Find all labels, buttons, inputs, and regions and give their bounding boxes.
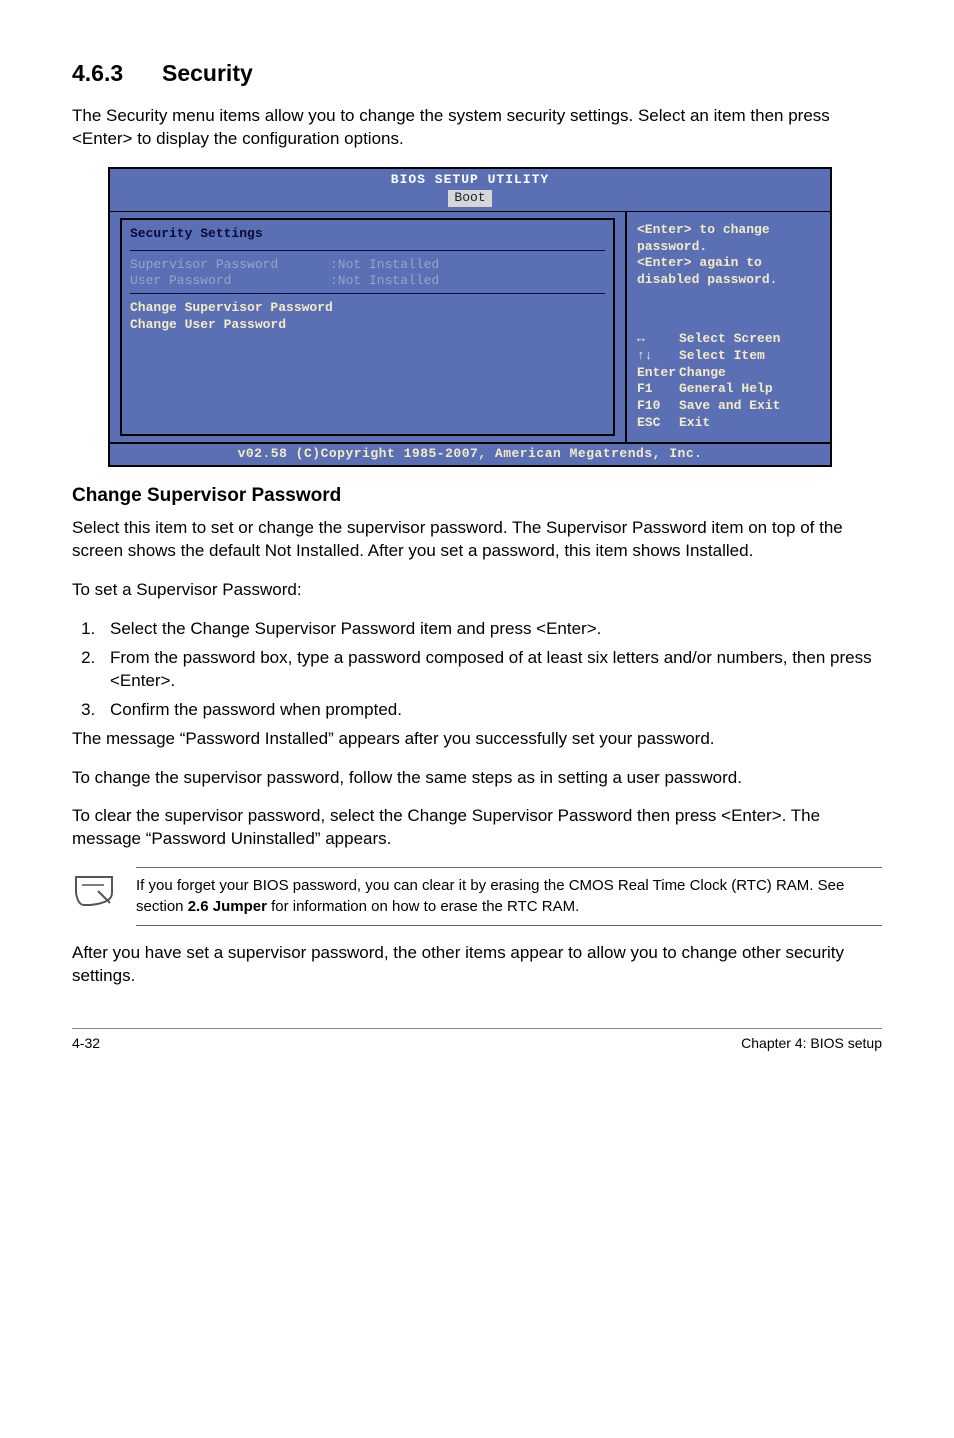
bios-right-pane: <Enter> to change password. <Enter> agai…: [625, 212, 830, 442]
intro-paragraph: The Security menu items allow you to cha…: [72, 105, 882, 151]
paragraph: To set a Supervisor Password:: [72, 579, 882, 602]
bios-help-line: <Enter> again to: [637, 255, 820, 272]
nav-key: F1: [637, 381, 679, 398]
bios-nav-help: ↔Select Screen ↑↓Select Item EnterChange…: [637, 331, 820, 432]
bios-help-line: password.: [637, 239, 820, 256]
nav-key: F10: [637, 398, 679, 415]
step-item: Select the Change Supervisor Password it…: [100, 618, 882, 641]
nav-label: General Help: [679, 381, 773, 396]
note-icon: [72, 867, 118, 909]
step-item: From the password box, type a password c…: [100, 647, 882, 693]
bios-title: BIOS SETUP UTILITY: [110, 169, 830, 190]
bios-tab-bar: Boot: [110, 190, 830, 211]
nav-key: ↑↓: [637, 348, 679, 365]
nav-label: Change: [679, 365, 726, 380]
nav-label: Select Screen: [679, 331, 780, 346]
nav-label: Exit: [679, 415, 710, 430]
bios-screenshot: BIOS SETUP UTILITY Boot Security Setting…: [108, 167, 832, 467]
subheading: Change Supervisor Password: [72, 485, 882, 507]
bios-help-text: <Enter> to change password. <Enter> agai…: [637, 222, 820, 290]
paragraph: To change the supervisor password, follo…: [72, 767, 882, 790]
bios-copyright: v02.58 (C)Copyright 1985-2007, American …: [110, 442, 830, 465]
bios-supervisor-label: Supervisor Password: [130, 257, 330, 274]
section-heading: 4.6.3Security: [72, 60, 882, 87]
nav-label: Save and Exit: [679, 398, 780, 413]
bios-user-row: User Password :Not Installed: [130, 273, 605, 290]
paragraph: The message “Password Installed” appears…: [72, 728, 882, 751]
bios-user-label: User Password: [130, 273, 330, 290]
bios-help-line: <Enter> to change: [637, 222, 820, 239]
note-post: for information on how to erase the RTC …: [267, 898, 579, 915]
nav-label: Select Item: [679, 348, 765, 363]
note-bold: 2.6 Jumper: [188, 898, 267, 915]
bios-tab-boot: Boot: [448, 190, 491, 207]
nav-key: Enter: [637, 365, 679, 382]
nav-key: ↔: [637, 331, 679, 348]
section-number: 4.6.3: [72, 60, 162, 87]
chapter-label: Chapter 4: BIOS setup: [741, 1035, 882, 1051]
bios-option-change-supervisor: Change Supervisor Password: [130, 300, 605, 317]
note-block: If you forget your BIOS password, you ca…: [72, 867, 882, 926]
nav-key: ESC: [637, 415, 679, 432]
bios-supervisor-row: Supervisor Password :Not Installed: [130, 257, 605, 274]
page-footer: 4-32 Chapter 4: BIOS setup: [72, 1028, 882, 1051]
paragraph: Select this item to set or change the su…: [72, 517, 882, 563]
bios-left-pane: Security Settings Supervisor Password :N…: [110, 212, 625, 442]
bios-option-change-user: Change User Password: [130, 317, 605, 334]
steps-list: Select the Change Supervisor Password it…: [72, 618, 882, 722]
paragraph: To clear the supervisor password, select…: [72, 805, 882, 851]
paragraph: After you have set a supervisor password…: [72, 942, 882, 988]
bios-supervisor-value: :Not Installed: [330, 257, 439, 274]
bios-help-line: disabled password.: [637, 272, 820, 289]
page-number: 4-32: [72, 1035, 100, 1051]
bios-user-value: :Not Installed: [330, 273, 439, 290]
section-title-text: Security: [162, 60, 253, 86]
bios-section-title: Security Settings: [130, 226, 605, 247]
note-text: If you forget your BIOS password, you ca…: [136, 867, 882, 926]
step-item: Confirm the password when prompted.: [100, 699, 882, 722]
